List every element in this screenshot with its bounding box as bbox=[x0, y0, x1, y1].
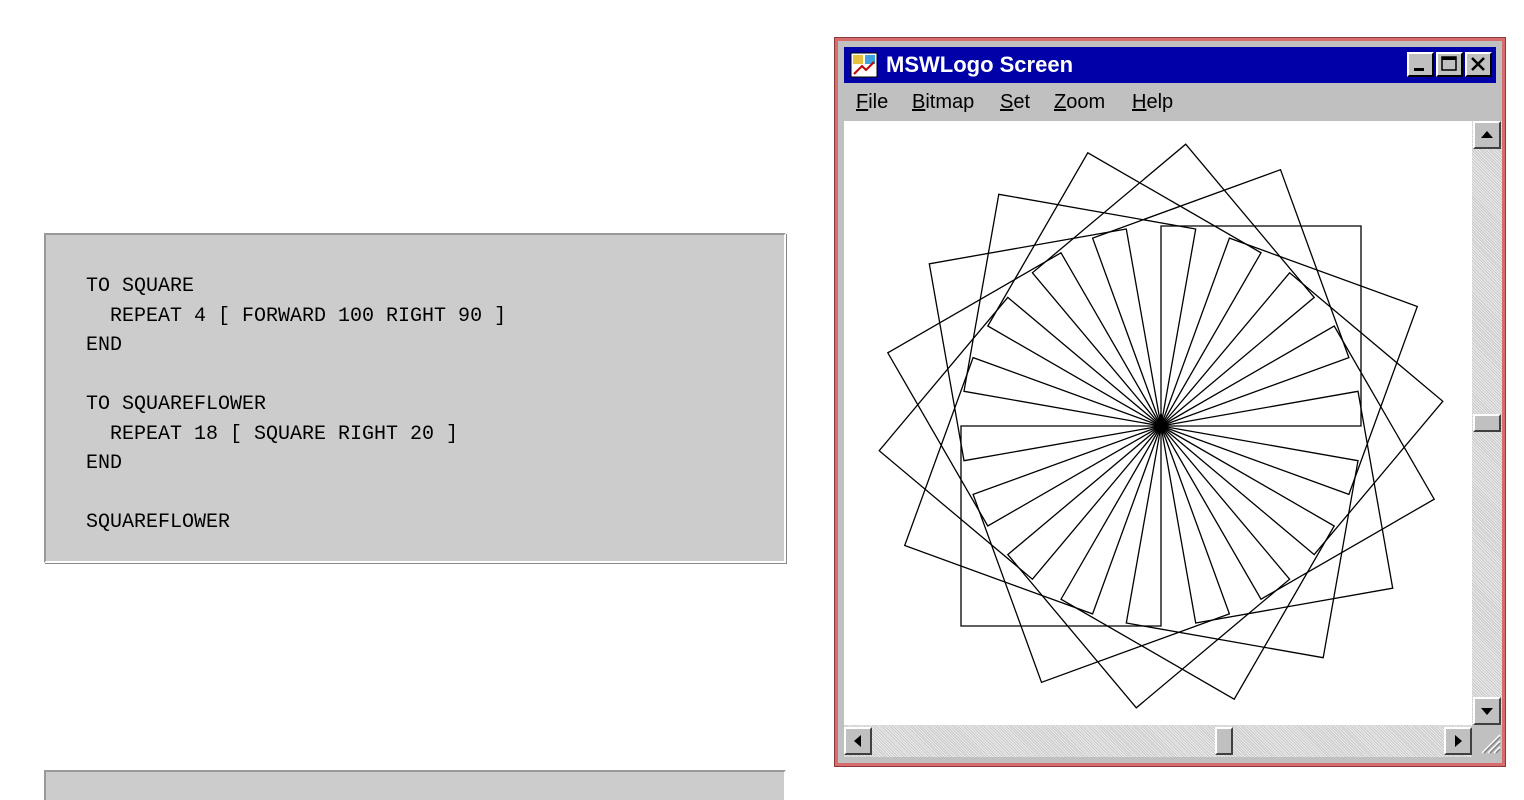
scroll-down-button[interactable] bbox=[1473, 697, 1501, 725]
arrow-left-icon bbox=[854, 735, 861, 747]
horizontal-scroll-thumb[interactable] bbox=[1215, 727, 1234, 755]
arrow-right-icon bbox=[1455, 735, 1462, 747]
flower-square bbox=[1060, 425, 1336, 701]
menu-zoom[interactable]: Zoom bbox=[1054, 90, 1105, 114]
scroll-right-button[interactable] bbox=[1444, 727, 1472, 755]
minimize-button[interactable] bbox=[1407, 52, 1434, 77]
horizontal-scrollbar[interactable] bbox=[844, 725, 1472, 757]
menu-bitmap[interactable]: Bitmap bbox=[912, 90, 974, 114]
flower-square bbox=[1006, 425, 1291, 709]
flower-square bbox=[1091, 168, 1350, 427]
mswlogo-window: MSWLogo Screen File Bitmap Set Zoom Help bbox=[834, 37, 1506, 767]
flower-square bbox=[903, 356, 1162, 615]
menu-set[interactable]: Set bbox=[1000, 90, 1030, 114]
flower-square bbox=[1160, 237, 1419, 496]
flower-square bbox=[878, 296, 1162, 581]
code-listing: TO SQUARE REPEAT 4 [ FORWARD 100 RIGHT 9… bbox=[86, 275, 507, 534]
flower-square bbox=[986, 151, 1262, 427]
size-grip[interactable] bbox=[1472, 725, 1502, 757]
close-button[interactable] bbox=[1465, 52, 1492, 77]
menu-bar: File Bitmap Set Zoom Help bbox=[844, 85, 1496, 119]
square-flower-drawing bbox=[878, 143, 1444, 709]
flower-square bbox=[886, 251, 1162, 527]
vertical-scrollbar[interactable] bbox=[1472, 121, 1502, 725]
menu-help[interactable]: Help bbox=[1132, 90, 1173, 114]
flower-square bbox=[972, 425, 1231, 684]
flower-square bbox=[1031, 143, 1316, 427]
flower-square bbox=[1160, 271, 1444, 556]
vertical-scroll-thumb[interactable] bbox=[1473, 414, 1501, 432]
arrow-down-icon bbox=[1481, 708, 1493, 715]
scroll-left-button[interactable] bbox=[844, 727, 872, 755]
maximize-icon bbox=[1441, 56, 1457, 71]
minimize-icon bbox=[1414, 68, 1424, 71]
flower-square bbox=[1160, 325, 1436, 601]
logo-drawing-canvas[interactable] bbox=[844, 121, 1472, 725]
title-bar[interactable]: MSWLogo Screen bbox=[844, 47, 1496, 83]
code-listing-box: TO SQUARE REPEAT 4 [ FORWARD 100 RIGHT 9… bbox=[44, 233, 786, 563]
app-icon bbox=[850, 52, 878, 78]
scroll-up-button[interactable] bbox=[1473, 121, 1501, 149]
window-title: MSWLogo Screen bbox=[886, 52, 1074, 77]
maximize-button[interactable] bbox=[1436, 52, 1463, 77]
close-icon bbox=[1471, 57, 1485, 71]
arrow-up-icon bbox=[1481, 131, 1493, 138]
resize-grip-icon bbox=[1481, 734, 1501, 754]
menu-file[interactable]: File bbox=[856, 90, 888, 114]
next-code-listing-box bbox=[44, 770, 786, 800]
